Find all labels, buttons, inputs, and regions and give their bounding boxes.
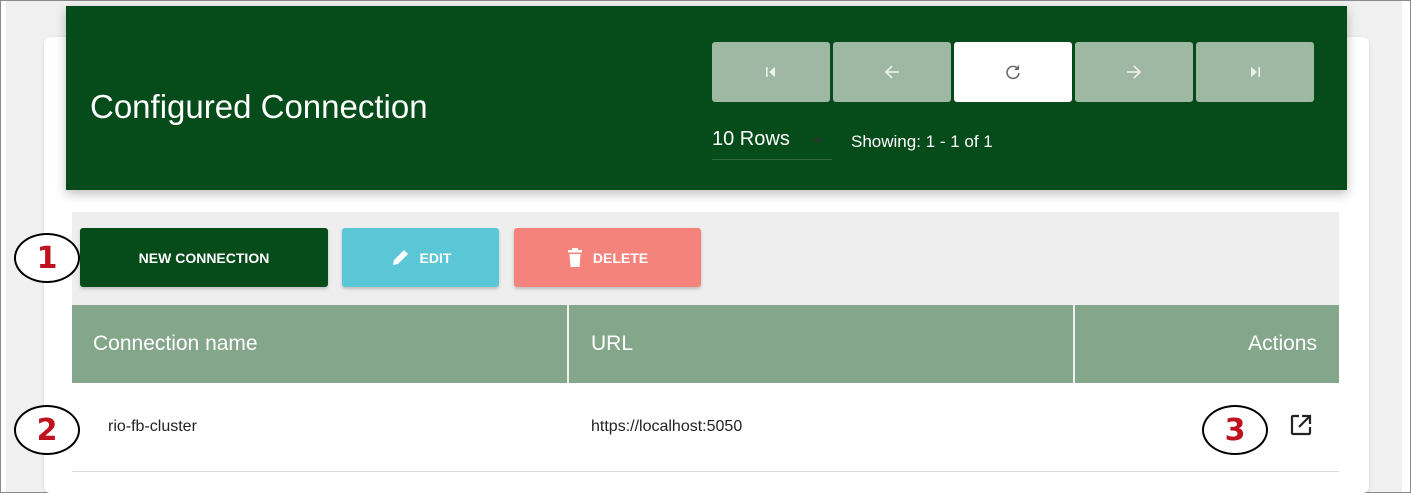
open-in-new-icon[interactable] — [1289, 413, 1313, 442]
new-connection-label: NEW CONNECTION — [138, 249, 270, 266]
next-page-button[interactable] — [1075, 42, 1193, 102]
showing-count: Showing: 1 - 1 of 1 — [851, 132, 993, 151]
column-header-label: Connection name — [93, 332, 258, 355]
arrow-left-icon — [884, 65, 899, 79]
pencil-icon — [390, 248, 410, 268]
callout-marker-3: 3 — [1202, 405, 1268, 455]
edit-button[interactable]: EDIT — [342, 228, 499, 287]
callout-marker-2: 2 — [14, 405, 80, 455]
connection-url-cell: https://localhost:5050 — [591, 418, 743, 435]
connection-name-cell: rio-fb-cluster — [108, 418, 197, 435]
callout-marker-1: 1 — [14, 233, 80, 283]
page-title: Configured Connection — [90, 88, 428, 125]
last-page-button[interactable] — [1196, 42, 1314, 102]
column-header-label: URL — [591, 332, 634, 355]
connections-table: Connection name URL Actions rio-fb-clust… — [72, 305, 1339, 472]
refresh-button[interactable] — [954, 42, 1072, 102]
last-page-icon — [1251, 67, 1260, 77]
arrow-right-icon — [1127, 65, 1142, 79]
delete-button[interactable]: DELETE — [514, 228, 701, 287]
chevron-down-icon — [812, 138, 824, 144]
delete-label: DELETE — [592, 249, 649, 266]
first-page-button[interactable] — [712, 42, 830, 102]
column-header-actions: Actions — [1075, 305, 1339, 383]
column-header-label: Actions — [1248, 332, 1317, 355]
column-header-connection-name[interactable]: Connection name — [72, 305, 569, 383]
column-header-url[interactable]: URL — [569, 305, 1075, 383]
rows-per-page-select[interactable]: 10 Rows — [712, 128, 832, 160]
previous-page-button[interactable] — [833, 42, 951, 102]
rows-per-page-value: 10 Rows — [712, 128, 790, 150]
table-header-panel: Configured Connection 10 Rows Showing: 1… — [66, 6, 1347, 190]
edit-label: EDIT — [419, 249, 452, 266]
table-header-row: Connection name URL Actions — [72, 305, 1339, 383]
refresh-icon — [1006, 65, 1020, 80]
table-row[interactable]: rio-fb-cluster https://localhost:5050 — [72, 383, 1339, 472]
action-toolbar: NEW CONNECTION EDIT DELETE — [72, 212, 1339, 306]
first-page-icon — [766, 67, 775, 77]
trash-icon — [567, 247, 583, 268]
new-connection-button[interactable]: NEW CONNECTION — [80, 228, 328, 287]
